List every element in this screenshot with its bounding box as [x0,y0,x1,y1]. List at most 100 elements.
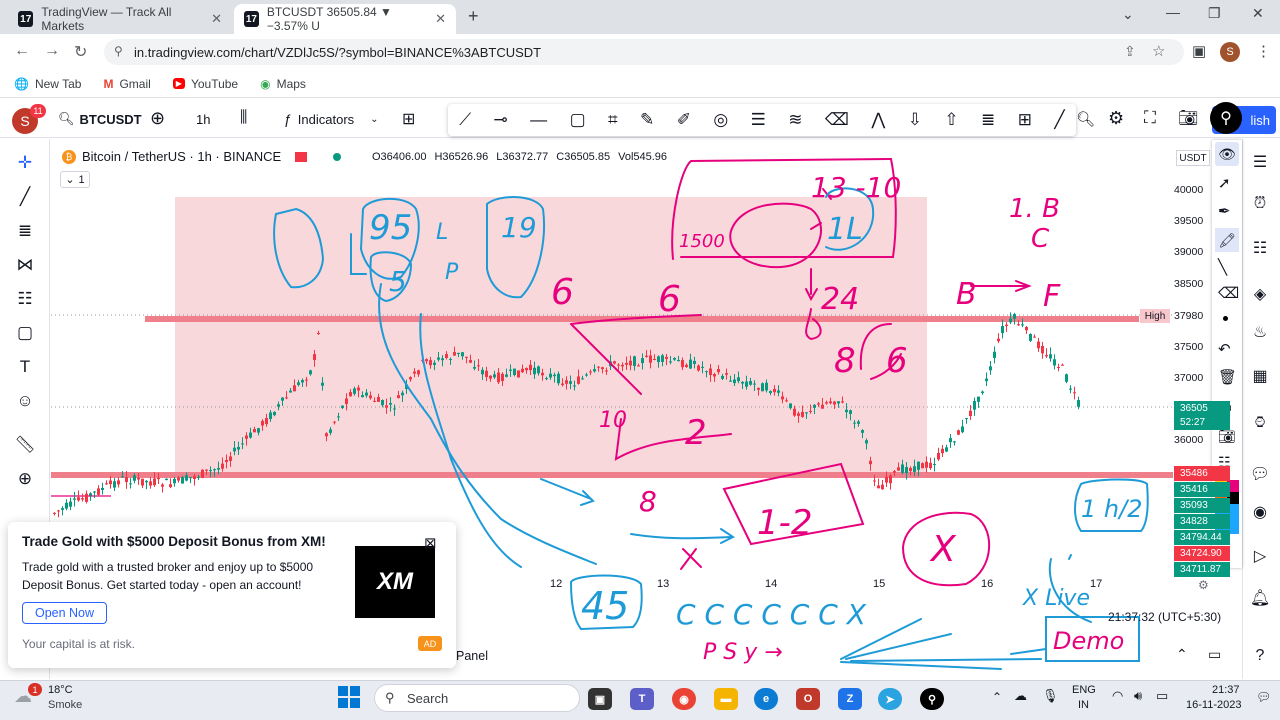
text-tool-icon[interactable]: T [12,354,38,380]
clock-display[interactable]: 21:37:32 (UTC+5:30) [1108,610,1221,624]
site-info-icon[interactable]: ⚲ [114,44,123,58]
crosshair-icon[interactable]: ✛ [12,150,38,176]
windows-start-icon[interactable] [338,686,360,708]
currency-label[interactable]: USDT [1176,150,1210,166]
forward-icon[interactable]: → [44,42,60,60]
forecast-tool-icon[interactable]: ☷ [12,286,38,312]
help-icon[interactable]: ? [1248,644,1272,668]
interval-button[interactable]: 1h [196,112,210,127]
taskbar-date[interactable]: 16-11-2023 [1186,699,1241,711]
teams-icon[interactable]: T [630,688,654,710]
tray-chevron-icon[interactable]: ⌃ [992,690,1002,704]
fib-tool-icon[interactable]: ≣ [12,218,38,244]
zoom-icon[interactable]: 🔍︎ [1076,110,1095,128]
axis-settings-icon[interactable]: ⚙ [1198,578,1209,592]
close-window-icon[interactable]: ✕ [1252,5,1264,22]
weather-desc[interactable]: Smoke [48,699,82,711]
xm-logo[interactable]: XM [355,546,435,618]
zoom-in-icon[interactable]: ⊕ [12,466,38,492]
trading-panel-tab[interactable]: Panel [456,649,488,663]
chrome-icon[interactable]: ◉ [672,688,696,710]
eraser-icon[interactable]: ⌫ [825,110,849,130]
language-region[interactable]: IN [1078,699,1089,711]
highlighter-icon[interactable]: ✐ [677,110,691,130]
bookmark-youtube[interactable]: ▶ YouTube [172,77,238,91]
maximize-icon[interactable]: ❐ [1208,5,1221,22]
indicators-button[interactable]: ƒ Indicators ⌄ [284,111,379,127]
volume-icon[interactable]: 🔊︎ [1134,688,1142,704]
pattern-icon[interactable]: ⋀ [871,110,885,130]
pen-icon[interactable]: ✎ [640,110,654,130]
arrow-down-icon[interactable]: ⇩ [908,110,922,130]
close-ad-icon[interactable]: ⊠ [424,534,437,552]
chevron-up-icon[interactable]: ⌃ [1176,646,1188,663]
indicator-collapse[interactable]: ⌄ 1 [60,171,90,188]
task-view-icon[interactable]: ▣ [588,688,612,710]
minimize-icon[interactable]: — [1166,4,1180,20]
tab-btcusdt[interactable]: 17 BTCUSDT 36505.84 ▼ −3.57% U ✕ [234,4,456,34]
brush-icon[interactable]: ⟋ [459,110,471,130]
share-icon[interactable]: ⇪ [1124,43,1136,60]
fib-icon[interactable]: ≣ [981,110,995,130]
crosshair-box-icon[interactable]: ⌗ [608,110,618,130]
open-now-button[interactable]: Open Now [22,602,107,624]
profile-avatar[interactable]: S [1220,42,1240,62]
new-tab-icon[interactable]: + [468,6,479,27]
bookmark-new-tab[interactable]: 🌐 New Tab [14,77,81,91]
arrow-up-icon[interactable]: ⇧ [944,110,958,130]
calendar-icon[interactable]: ▦ [1248,364,1272,388]
rectangle-icon[interactable]: ▢ [570,110,586,130]
fullscreen-icon[interactable]: ⛶ [1144,108,1156,128]
keyhole-app-icon[interactable]: ⚲ [920,688,944,710]
shapes-tool-icon[interactable]: ▢ [12,320,38,346]
telegram-icon[interactable]: ➤ [878,688,902,710]
trendline-tool-icon[interactable]: ╱ [12,184,38,210]
notifications-bell-icon[interactable]: 🔔︎ [1248,586,1272,610]
play-icon[interactable]: ▷ [1248,544,1272,568]
horizontal-ray-icon[interactable]: ⊸ [494,110,508,130]
ruler-icon[interactable]: 📏︎ [12,432,38,458]
menu-icon[interactable]: ⋮ [1256,42,1271,60]
ideas-icon[interactable]: ⌚︎ [1248,410,1272,434]
chat-icon[interactable]: 💬︎ [1248,462,1272,486]
compare-symbol-icon[interactable]: ⊕ [150,108,165,129]
data-window-icon[interactable]: ☷ [1248,236,1272,260]
battery-icon[interactable]: ▭ [1156,688,1168,704]
keyhole-icon[interactable]: ⚲ [1210,102,1242,134]
pattern-tool-icon[interactable]: ⋈ [12,252,38,278]
settings-gear-icon[interactable]: ⚙ [1108,108,1124,129]
close-tab-icon[interactable]: ✕ [211,11,222,27]
microphone-icon[interactable]: 🎙︎ [1042,688,1059,704]
hotlist-fire-icon[interactable]: ♨ [1248,320,1272,344]
sidebar-icon[interactable]: ▣ [1192,42,1206,60]
horizontal-line-icon[interactable]: — [530,110,547,130]
notifications-icon[interactable]: 💬︎ [1256,690,1271,704]
bookmark-maps[interactable]: ◉ Maps [260,77,306,91]
weather-temp[interactable]: 18°C [48,684,73,696]
file-explorer-icon[interactable]: ▬ [714,688,738,710]
bookmark-star-icon[interactable]: ☆ [1152,42,1165,60]
zoho-icon[interactable]: Z [838,688,862,710]
templates-icon[interactable]: ⊞ [402,109,415,129]
watchlist-icon[interactable]: ☰ [1248,150,1272,174]
streams-icon[interactable]: ◉ [1248,500,1272,524]
symbol-search-button[interactable]: 🔍︎ BTCUSDT [58,111,142,127]
reload-icon[interactable]: ↻ [74,42,87,62]
taskbar-time[interactable]: 21:37 [1212,684,1240,696]
alarm-clock-icon[interactable]: ⏰︎ [1248,192,1272,216]
edge-icon[interactable]: e [754,688,778,710]
trendline-icon[interactable]: ╱ [1054,110,1064,130]
grid-icon[interactable]: ⊞ [1018,110,1032,130]
tray-cloud-icon[interactable]: ☁ [1014,688,1027,704]
office-icon[interactable]: O [796,688,820,710]
circle-target-icon[interactable]: ◎ [713,110,728,130]
maximize-panel-icon[interactable]: ▭ [1208,646,1221,663]
lines-icon[interactable]: ☰ [751,110,766,130]
language-code[interactable]: ENG [1072,684,1096,696]
close-tab-icon[interactable]: ✕ [435,11,446,27]
tab-tradingview[interactable]: 17 TradingView — Track All Markets ✕ [8,4,232,34]
camera-icon[interactable]: 📷︎ [1178,108,1198,128]
url-field[interactable]: ⚲ in.tradingview.com/chart/VZDlJc5S/?sym… [104,39,1184,65]
candles-icon[interactable]: ⫼ [240,109,247,127]
tab-search-icon[interactable]: ⌄ [1122,6,1134,23]
